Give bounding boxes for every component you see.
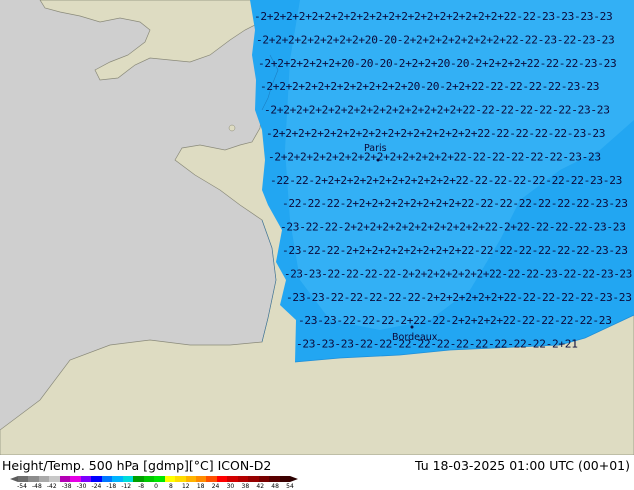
- colorbar: [18, 476, 291, 482]
- contour-label-row: -22-22-22-2+2+2+2+2+2+2+2+2+22-22-22-22-…: [282, 198, 628, 210]
- contour-label-row: -23-23-22-22-22-2+22-22-2+2+2+2+22-22-22…: [298, 315, 612, 327]
- colorbar-segment: [80, 476, 92, 482]
- contour-label-row: -2+2+2+2+2+2+2+2+2+2+2+2+2+2+2+22-22-22-…: [264, 105, 610, 117]
- colorbar-tick-label: -30: [76, 483, 87, 490]
- map-title: Height/Temp. 500 hPa [gdmp][°C] ICON-D2: [2, 458, 272, 473]
- colorbar-tick-label: -24: [91, 483, 102, 490]
- colorbar-tick-label: -38: [61, 483, 72, 490]
- contour-label-row: -23-22-22-2+2+2+2+2+2+2+2+2+22-22-22-22-…: [282, 245, 628, 257]
- colorbar-segment: [248, 476, 259, 482]
- colorbar-segment: [237, 476, 249, 482]
- colorbar-tick-label: 30: [226, 483, 235, 490]
- colorbar-tick-label: 38: [241, 483, 250, 490]
- contour-label-row: -2+2+2+2+2+2+2+2+2+2+2+2+2+2+2+2+2+2+2+2…: [254, 11, 612, 23]
- land-channel-islands: [228, 124, 236, 132]
- colorbar-tick-label: -54: [17, 483, 27, 490]
- colorbar-segment: [143, 476, 155, 482]
- map-footer: Height/Temp. 500 hPa [gdmp][°C] ICON-D2 …: [0, 455, 634, 490]
- colorbar-tick-label: -42: [46, 483, 57, 490]
- colorbar-segment: [122, 476, 134, 482]
- colorbar-segment: [258, 476, 270, 482]
- colorbar-segment: [227, 476, 238, 482]
- colorbar-segment: [279, 476, 291, 482]
- contour-label-row: -2+2+2+2+2+2+2+2+2+2+2+2+2+2+2+2+22-22-2…: [266, 128, 605, 140]
- colorbar-tick-label: 42: [256, 483, 265, 490]
- contour-labels: -2+2+2+2+2+2+2+2+2+2+2+2+2+2+2+2+2+2+2+2…: [254, 11, 632, 351]
- colorbar-segment: [269, 476, 280, 482]
- colorbar-tick-label: 0: [154, 483, 158, 490]
- colorbar-segment: [185, 476, 196, 482]
- colorbar-arrow-right: [290, 476, 298, 482]
- city-label-paris: Paris: [364, 143, 387, 154]
- colorbar-tick-label: 24: [211, 483, 220, 490]
- city-dot-bordeaux: [410, 325, 414, 329]
- colorbar-segment: [175, 476, 186, 482]
- colorbar-segment: [101, 476, 113, 482]
- colorbar-segment: [216, 476, 228, 482]
- colorbar-segment: [28, 476, 39, 482]
- colorbar-segment: [154, 476, 165, 482]
- weather-map: -2+2+2+2+2+2+2+2+2+2+2+2+2+2+2+2+2+2+2+2…: [0, 0, 634, 455]
- colorbar-tick-label: -48: [31, 483, 42, 490]
- colorbar-segment: [91, 476, 102, 482]
- colorbar-arrow-left: [10, 476, 18, 482]
- contour-label-row: -2+2+2+2+2+2+2+2+20-20-2+2+2+2+2+2+2+2+2…: [256, 34, 614, 46]
- valid-time: Tu 18-03-2025 01:00 UTC (00+01): [414, 458, 630, 473]
- colorbar-tick-label: -8: [138, 483, 145, 490]
- contour-label-row: -23-22-22-2+2+2+2+2+2+2+2+2+2+2+22-2+22-…: [280, 222, 626, 234]
- colorbar-segment: [164, 476, 176, 482]
- colorbar-segment: [195, 476, 207, 482]
- colorbar-segment: [59, 476, 71, 482]
- contour-label-row: -23-23-22-22-22-22-22-2+2+2+2+2+2+22-22-…: [286, 292, 632, 304]
- colorbar-tick-label: 48: [271, 483, 279, 490]
- colorbar-segment: [112, 476, 123, 482]
- colorbar-segment: [18, 476, 29, 482]
- colorbar-tick-label: -18: [106, 483, 117, 490]
- colorbar-segment: [38, 476, 50, 482]
- contour-label-row: -2+2+2+2+2+2+2+2+2+2+2+20-20-2+2+22-22-2…: [260, 81, 599, 93]
- colorbar-tick-label: -12: [121, 483, 132, 490]
- contour-label-row: -22-22-2+2+2+2+2+2+2+2+2+2+2+22-22-22-22…: [270, 175, 622, 187]
- city-dot-paris: [376, 158, 380, 162]
- colorbar-tick-label: 8: [168, 483, 173, 490]
- colorbar-tick-label: 54: [286, 483, 294, 490]
- colorbar-tick-label: 18: [196, 483, 205, 490]
- colorbar-ticks: -54 -48 -42 -38 -30 -24 -18 -12 -8 0 8 12 18 24 30 38 42…: [17, 483, 298, 490]
- colorbar-segment: [133, 476, 144, 482]
- contour-label-row: -2+2+2+2+2+2+20-20-20-2+2+2+20-20-2+2+2+…: [258, 58, 616, 70]
- contour-label-row: -2+2+2+2+2+2+2+2+2+2+2+2+2+2+22-22-22-22…: [268, 151, 601, 163]
- colorbar-segment: [206, 476, 217, 482]
- colorbar-segment: [70, 476, 81, 482]
- city-label-bordeaux: Bordeaux: [392, 332, 438, 343]
- contour-label-row: -23-23-22-22-22-22-2+2+2+2+2+2+2+22-22-2…: [284, 268, 632, 280]
- colorbar-tick-label: 12: [181, 483, 190, 490]
- colorbar-segment: [49, 476, 60, 482]
